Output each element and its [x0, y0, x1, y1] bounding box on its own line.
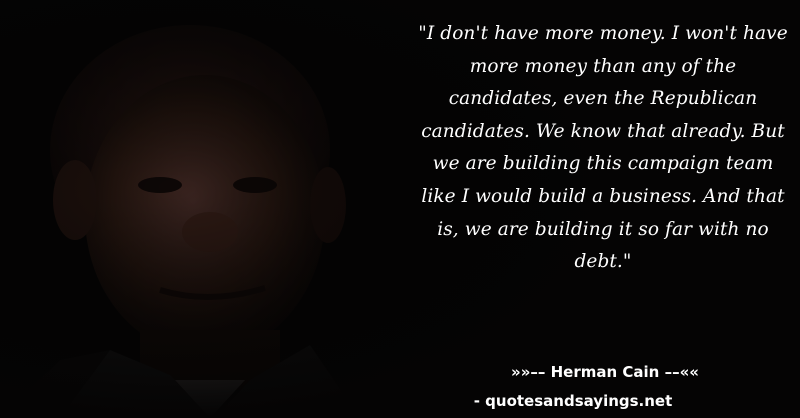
website-credit[interactable]: - quotesandsayings.net: [420, 392, 726, 410]
quote-text: "I don't have more money. I won't have m…: [418, 23, 788, 273]
quote-card: "I don't have more money. I won't have m…: [0, 0, 800, 418]
author-attribution: »»–– Herman Cain ––««: [511, 363, 699, 381]
